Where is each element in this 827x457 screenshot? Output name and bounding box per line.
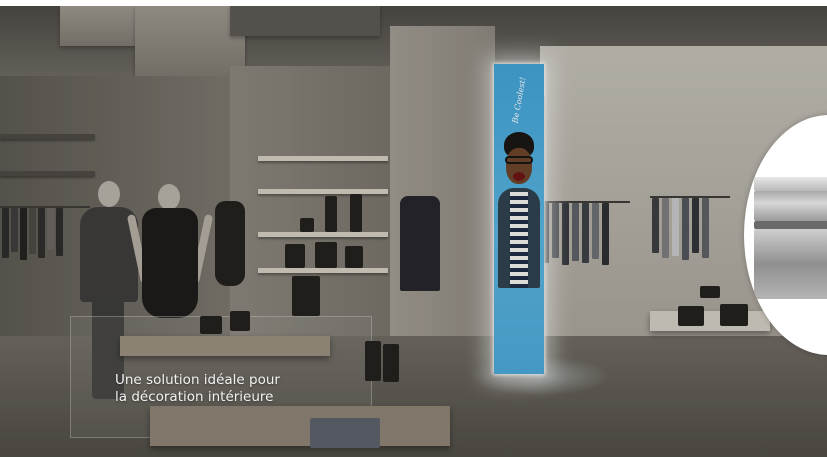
garment	[552, 203, 559, 258]
garment	[702, 198, 709, 258]
boot	[365, 341, 381, 381]
display-table	[150, 406, 450, 446]
garment	[662, 198, 669, 258]
poster-model-shirt	[510, 192, 528, 288]
shoe	[230, 311, 250, 331]
shelf	[258, 268, 388, 273]
ceiling-light-box	[60, 6, 135, 46]
caption-line-2: la décoration intérieure	[115, 389, 274, 405]
ceiling-light-box	[230, 6, 380, 36]
mannequin-head	[98, 181, 120, 207]
folded-clothes	[310, 418, 380, 448]
garment	[562, 203, 569, 265]
shelf	[258, 156, 388, 161]
shelf	[258, 232, 388, 237]
black-dress	[215, 201, 245, 286]
coat	[400, 196, 440, 291]
lightbox-poster: Be Coolest!	[494, 64, 544, 374]
boot	[350, 194, 362, 232]
shoe	[300, 218, 314, 232]
handbag	[720, 304, 748, 326]
garment	[38, 208, 45, 258]
garment	[602, 203, 609, 265]
ceiling-light-box	[135, 6, 245, 76]
display-table	[120, 336, 330, 356]
garment	[29, 208, 36, 254]
poster-model-glasses	[505, 156, 533, 164]
garment	[20, 208, 27, 260]
boot	[383, 344, 399, 382]
display-table	[650, 311, 770, 331]
mannequin-head	[158, 184, 180, 210]
aluminium-profile-channel	[754, 221, 827, 229]
shoe	[200, 316, 222, 334]
shoe	[700, 286, 720, 298]
shelf	[0, 171, 95, 176]
shelf	[258, 189, 388, 194]
handbag	[678, 306, 704, 326]
garment	[47, 208, 54, 250]
handbag	[345, 246, 363, 268]
poster-brand-text: Be Coolest!	[510, 76, 528, 124]
garment	[2, 208, 9, 258]
garment	[572, 203, 579, 261]
garment	[682, 198, 689, 260]
handbag	[315, 242, 337, 268]
caption-line-1: Une solution idéale pour	[115, 372, 280, 388]
aluminium-profile-base	[754, 229, 827, 299]
aluminium-profile-top	[754, 177, 827, 191]
garment	[672, 198, 679, 256]
garment	[692, 198, 699, 253]
shelf	[0, 134, 95, 139]
garment	[592, 203, 599, 259]
garment	[56, 208, 63, 256]
handbag	[292, 276, 320, 316]
aluminium-profile-body	[754, 191, 827, 221]
handbag	[285, 244, 305, 268]
boot	[325, 196, 337, 232]
garment	[582, 203, 589, 263]
garment	[652, 198, 659, 253]
poster-model-mouth	[513, 172, 525, 181]
store-scene: Be Coolest! Une solution idéale pour la …	[0, 6, 827, 457]
garment	[11, 208, 18, 252]
mannequin-dress-body	[142, 208, 198, 318]
caption: Une solution idéale pour la décoration i…	[115, 372, 315, 406]
